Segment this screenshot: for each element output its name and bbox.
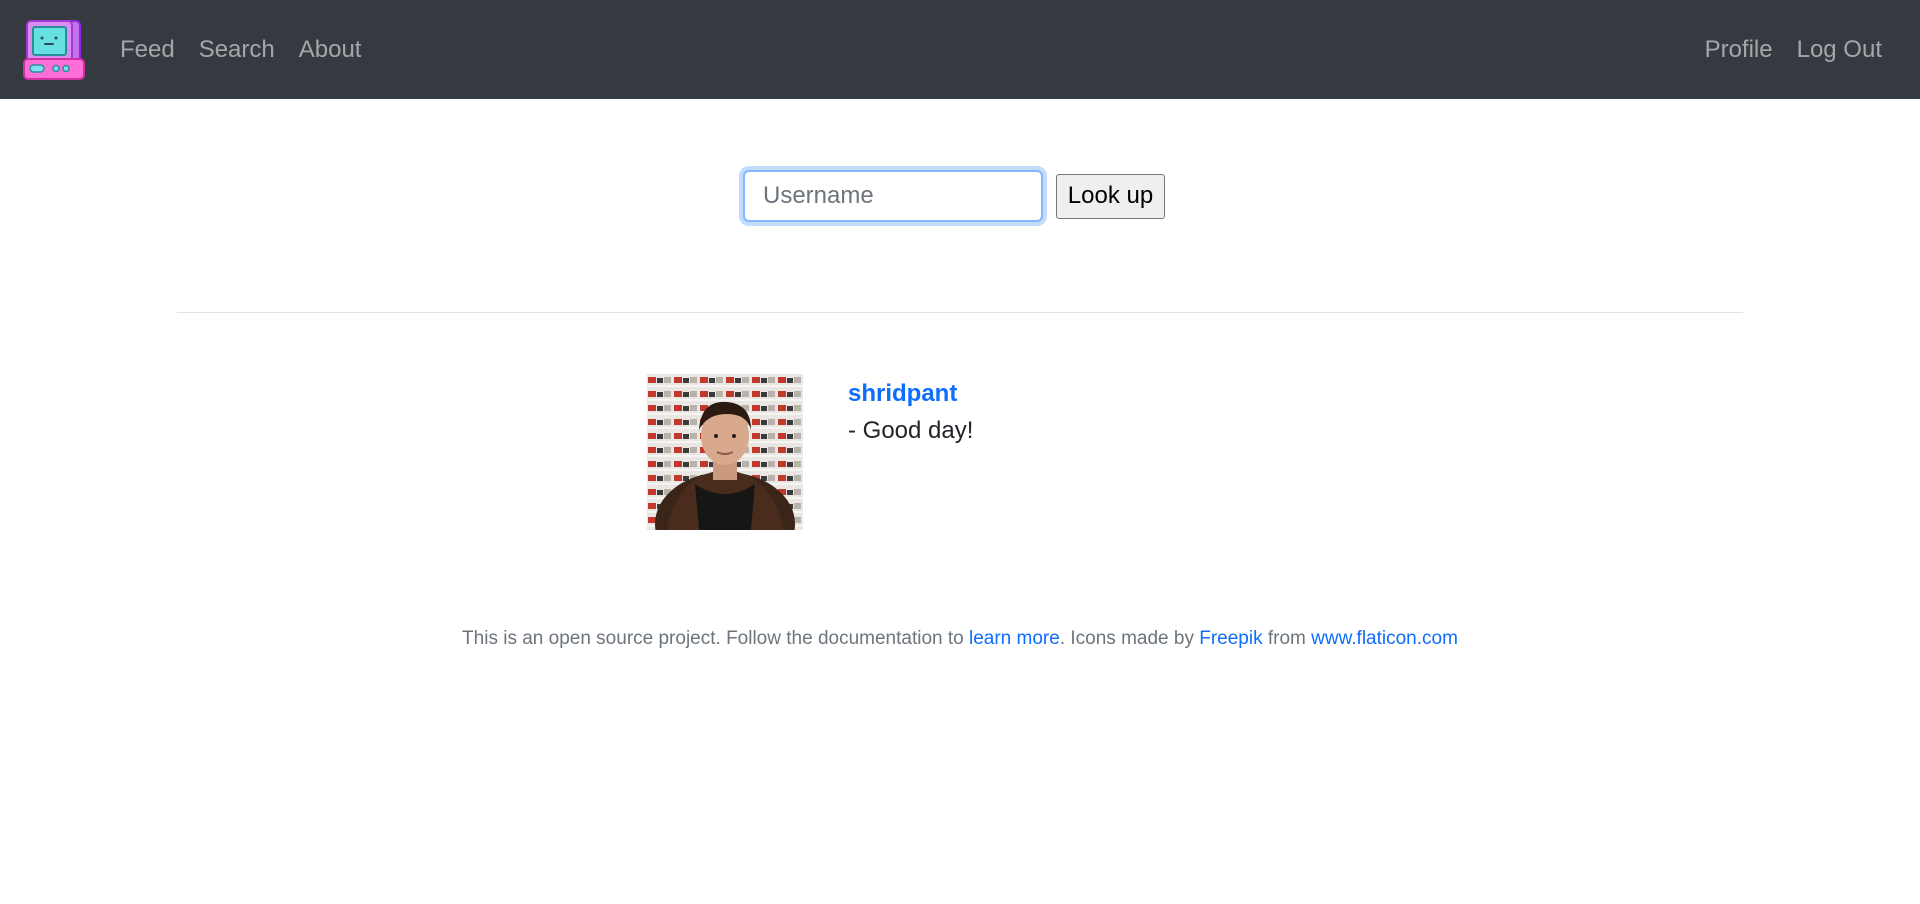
user-avatar[interactable]: [647, 374, 803, 530]
nav-logout-link[interactable]: Log Out: [1785, 37, 1894, 62]
username-search-input[interactable]: [743, 170, 1043, 222]
navbar: Feed Search About Profile Log Out: [0, 0, 1920, 99]
nav-search-link[interactable]: Search: [187, 37, 287, 62]
footer-text-middle: . Icons made by: [1059, 628, 1200, 649]
flaticon-link[interactable]: www.flaticon.com: [1311, 628, 1458, 649]
footer-text-start: This is an open source project. Follow t…: [462, 628, 969, 649]
post-body: shridpant - Good day!: [848, 380, 973, 530]
post-item: shridpant - Good day!: [647, 374, 973, 530]
learn-more-link[interactable]: learn more: [969, 628, 1060, 649]
computer-logo-icon[interactable]: [22, 19, 86, 83]
nav-feed-link[interactable]: Feed: [108, 37, 187, 62]
post-text: - Good day!: [848, 416, 974, 444]
look-up-button[interactable]: Look up: [1056, 173, 1165, 219]
footer: This is an open source project. Follow t…: [0, 628, 1920, 650]
footer-text-from: from: [1262, 628, 1312, 649]
nav-profile-link[interactable]: Profile: [1693, 37, 1785, 62]
nav-about-link[interactable]: About: [287, 37, 374, 62]
freepik-link[interactable]: Freepik: [1199, 628, 1262, 649]
nav-right: Profile Log Out: [1693, 0, 1894, 99]
post-username-link[interactable]: shridpant: [848, 380, 973, 409]
section-divider: [177, 312, 1743, 313]
user-search-form: Look up: [743, 170, 1165, 222]
nav-left: Feed Search About: [108, 0, 373, 99]
